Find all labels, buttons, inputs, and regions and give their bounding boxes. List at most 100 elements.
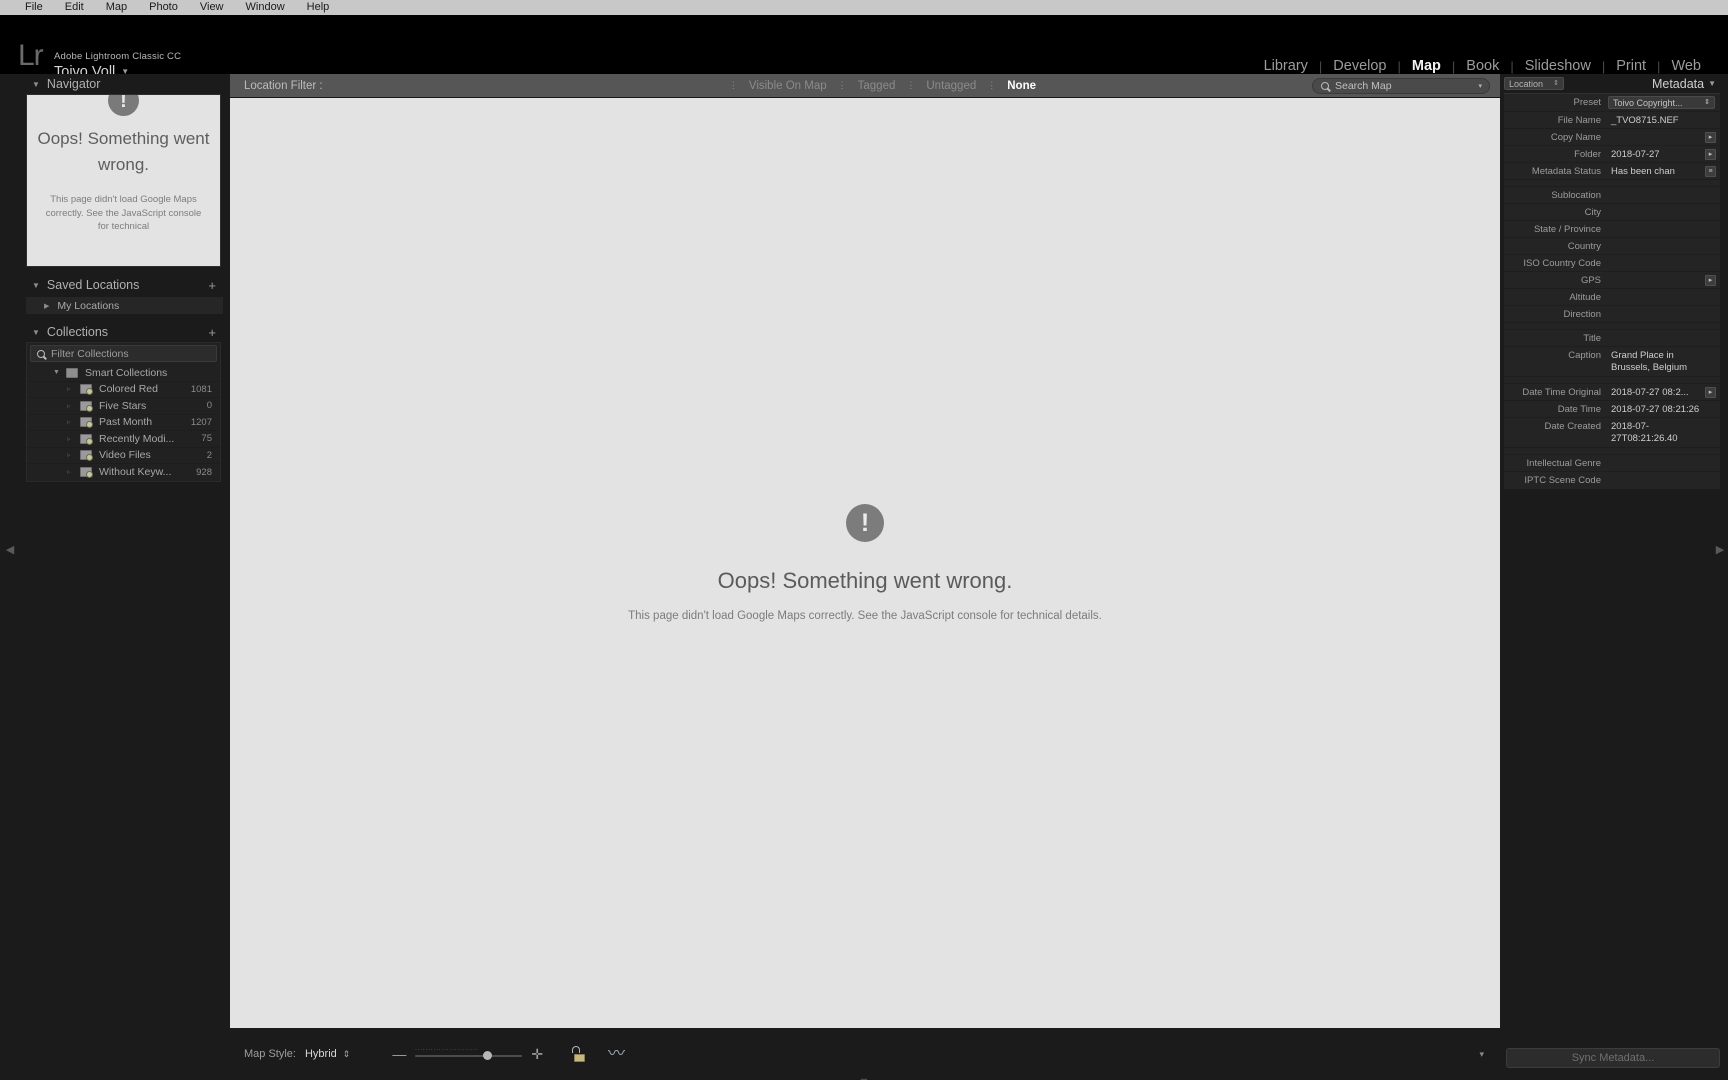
module-book[interactable]: Book bbox=[1455, 58, 1510, 74]
location-stepper-icon[interactable]: ⇕ bbox=[1553, 80, 1559, 87]
module-develop[interactable]: Develop bbox=[1322, 58, 1397, 74]
metadata-row-country[interactable]: Country bbox=[1504, 238, 1720, 255]
module-library[interactable]: Library bbox=[1253, 58, 1319, 74]
add-saved-location-button[interactable]: + bbox=[208, 278, 216, 293]
field-value[interactable]: 2018-07-27 bbox=[1608, 146, 1705, 162]
collection-item-five-stars[interactable]: ▹ Five Stars 0 bbox=[27, 398, 220, 415]
map-style-stepper-icon[interactable]: ⇕ bbox=[343, 1049, 351, 1059]
metadata-row-title[interactable]: Title bbox=[1504, 330, 1720, 347]
field-value[interactable] bbox=[1608, 272, 1705, 277]
field-value[interactable]: _TVO8715.NEF bbox=[1608, 112, 1705, 128]
left-panel-collapse-arrow[interactable]: ◀ bbox=[4, 534, 16, 564]
triangle-right-icon[interactable]: ▹ bbox=[67, 385, 74, 393]
triangle-right-icon[interactable]: ▹ bbox=[67, 418, 74, 426]
metadata-row-city[interactable]: City bbox=[1504, 204, 1720, 221]
collection-item-video-files[interactable]: ▹ Video Files 2 bbox=[27, 448, 220, 464]
module-map[interactable]: Map bbox=[1401, 58, 1452, 74]
sync-metadata-button[interactable]: Sync Metadata... bbox=[1506, 1048, 1720, 1068]
metadata-row-date-time[interactable]: Date Time 2018-07-27 08:21:26 bbox=[1504, 401, 1720, 418]
collection-item-colored-red[interactable]: ▹ Colored Red 1081 bbox=[27, 382, 220, 398]
field-value[interactable] bbox=[1608, 129, 1705, 134]
zoom-in-button[interactable]: ✛ bbox=[531, 1046, 543, 1063]
filter-collections-input[interactable]: Filter Collections bbox=[30, 345, 217, 362]
collections-panel-header[interactable]: ▼ Collections + bbox=[26, 322, 223, 342]
preset-select[interactable]: Toivo Copyright... ⇕ bbox=[1608, 96, 1715, 109]
triangle-down-icon[interactable]: ▼ bbox=[1708, 79, 1716, 88]
module-web[interactable]: Web bbox=[1660, 58, 1712, 74]
zoom-out-button[interactable]: — bbox=[392, 1046, 406, 1062]
triangle-down-icon[interactable]: ▼ bbox=[32, 281, 40, 290]
filter-none[interactable]: None bbox=[1001, 80, 1042, 92]
menu-item-window[interactable]: Window bbox=[235, 0, 296, 15]
filter-tagged[interactable]: Tagged bbox=[852, 80, 902, 92]
metadata-row-date-created[interactable]: Date Created 2018-07-27T08:21:26.40 bbox=[1504, 418, 1720, 448]
triangle-down-icon[interactable]: ▼ bbox=[32, 328, 40, 337]
right-panel-collapse-arrow[interactable]: ▶ bbox=[1714, 534, 1726, 564]
metadata-row-copy-name[interactable]: Copy Name ▸ bbox=[1504, 129, 1720, 146]
filter-visible-on-map[interactable]: Visible On Map bbox=[743, 80, 833, 92]
metadata-row-state-province[interactable]: State / Province bbox=[1504, 221, 1720, 238]
field-value[interactable] bbox=[1608, 204, 1705, 209]
field-value[interactable]: 2018-07-27 08:21:26 bbox=[1608, 401, 1705, 417]
field-action-icon[interactable]: ▸ bbox=[1705, 275, 1716, 286]
triangle-down-icon[interactable]: ▼ bbox=[32, 80, 40, 89]
triangle-right-icon[interactable]: ▹ bbox=[67, 468, 74, 476]
metadata-row-file-name[interactable]: File Name _TVO8715.NEF bbox=[1504, 112, 1720, 129]
filter-untagged[interactable]: Untagged bbox=[920, 80, 982, 92]
bottom-panel-grabber[interactable]: ▁ bbox=[861, 1071, 867, 1080]
triangle-right-icon[interactable]: ▹ bbox=[67, 402, 74, 410]
module-print[interactable]: Print bbox=[1605, 58, 1657, 74]
menu-item-edit[interactable]: Edit bbox=[54, 0, 95, 15]
chevron-down-icon[interactable]: ▾ bbox=[1478, 82, 1482, 90]
triangle-right-icon[interactable]: ▶ bbox=[44, 302, 49, 310]
field-value[interactable] bbox=[1608, 472, 1705, 477]
field-value[interactable]: 2018-07-27T08:21:26.40 bbox=[1608, 418, 1705, 446]
metadata-row-sublocation[interactable]: Sublocation bbox=[1504, 187, 1720, 204]
field-value[interactable] bbox=[1608, 238, 1705, 243]
metadata-row-iso-country-code[interactable]: ISO Country Code bbox=[1504, 255, 1720, 272]
metadata-row-intellectual-genre[interactable]: Intellectual Genre bbox=[1504, 455, 1720, 472]
saved-location-my-locations[interactable]: ▶ My Locations bbox=[26, 297, 223, 314]
metadata-row-metadata-status[interactable]: Metadata Status Has been chan ≡ bbox=[1504, 163, 1720, 180]
field-value[interactable] bbox=[1608, 187, 1705, 192]
metadata-row-gps[interactable]: GPS ▸ bbox=[1504, 272, 1720, 289]
field-value[interactable]: Has been chan bbox=[1608, 163, 1705, 179]
metadata-row-folder[interactable]: Folder 2018-07-27 ▸ bbox=[1504, 146, 1720, 163]
lock-markers-icon[interactable] bbox=[571, 1046, 586, 1062]
tracklog-icon[interactable]: 〰 bbox=[608, 1045, 625, 1062]
triangle-down-icon[interactable]: ▼ bbox=[53, 369, 60, 376]
menu-item-view[interactable]: View bbox=[189, 0, 235, 15]
field-value[interactable] bbox=[1608, 289, 1705, 294]
metadata-row-caption[interactable]: Caption Grand Place in Brussels, Belgium bbox=[1504, 347, 1720, 377]
preset-stepper-icon[interactable]: ⇕ bbox=[1704, 99, 1710, 106]
saved-locations-panel-header[interactable]: ▼ Saved Locations + bbox=[26, 275, 223, 295]
field-value[interactable]: 2018-07-27 08:2... bbox=[1608, 384, 1705, 400]
navigator-map-preview[interactable]: ! Oops! Something went wrong. This page … bbox=[26, 94, 221, 267]
module-slideshow[interactable]: Slideshow bbox=[1514, 58, 1602, 74]
field-action-icon[interactable]: ≡ bbox=[1705, 166, 1716, 177]
collection-item-past-month[interactable]: ▹ Past Month 1207 bbox=[27, 415, 220, 431]
metadata-row-date-time-original[interactable]: Date Time Original 2018-07-27 08:2... ▸ bbox=[1504, 384, 1720, 401]
field-action-icon[interactable]: ▸ bbox=[1705, 149, 1716, 160]
field-value[interactable]: Grand Place in Brussels, Belgium bbox=[1608, 347, 1705, 375]
triangle-right-icon[interactable]: ▹ bbox=[67, 451, 74, 459]
collections-group-smart[interactable]: ▼ Smart Collections bbox=[27, 365, 220, 382]
field-action-icon[interactable]: ▸ bbox=[1705, 387, 1716, 398]
navigator-panel-header[interactable]: ▼ Navigator bbox=[26, 74, 223, 94]
location-tab-chip[interactable]: Location ⇕ bbox=[1504, 77, 1564, 90]
add-collection-button[interactable]: + bbox=[208, 325, 216, 340]
field-value[interactable] bbox=[1608, 455, 1705, 460]
menu-item-file[interactable]: File bbox=[14, 0, 54, 15]
menu-item-help[interactable]: Help bbox=[296, 0, 341, 15]
menu-item-photo[interactable]: Photo bbox=[138, 0, 189, 15]
metadata-row-iptc-scene-code[interactable]: IPTC Scene Code bbox=[1504, 472, 1720, 489]
map-canvas[interactable]: ! Oops! Something went wrong. This page … bbox=[230, 98, 1500, 1028]
collection-item-recently-modified[interactable]: ▹ Recently Modi... 75 bbox=[27, 431, 220, 448]
zoom-slider-knob[interactable] bbox=[483, 1050, 493, 1060]
search-map-input[interactable]: Search Map ▾ bbox=[1312, 77, 1490, 94]
menu-item-map[interactable]: Map bbox=[95, 0, 138, 15]
map-style-value[interactable]: Hybrid bbox=[305, 1048, 337, 1060]
metadata-row-direction[interactable]: Direction bbox=[1504, 306, 1720, 323]
field-value[interactable] bbox=[1608, 306, 1705, 311]
toolbar-collapse-caret[interactable]: ▾ bbox=[1479, 1049, 1484, 1060]
